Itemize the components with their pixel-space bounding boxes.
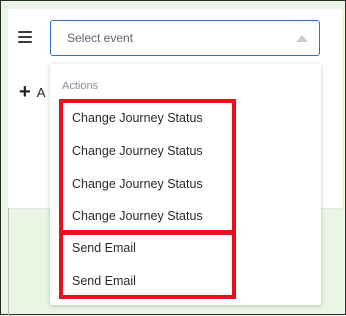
option-send-email[interactable]: Send Email — [72, 241, 136, 255]
option-change-journey-status[interactable]: Change Journey Status — [72, 111, 203, 125]
hamburger-menu-icon[interactable] — [18, 31, 32, 43]
event-dropdown: Actions Change Journey Status Change Jou… — [50, 64, 321, 305]
add-action-label: A — [36, 84, 46, 100]
event-select-placeholder: Select event — [67, 31, 134, 45]
add-action-button[interactable]: + A — [19, 81, 46, 103]
event-select[interactable]: Select event — [50, 20, 320, 56]
app-frame: + A Select event Actions Change Journey … — [0, 0, 346, 316]
option-send-email[interactable]: Send Email — [72, 274, 136, 288]
option-change-journey-status[interactable]: Change Journey Status — [72, 177, 203, 191]
option-change-journey-status[interactable]: Change Journey Status — [72, 209, 203, 223]
panel-divider — [8, 208, 9, 316]
plus-icon: + — [19, 81, 31, 103]
group-label-actions: Actions — [62, 80, 99, 92]
option-change-journey-status[interactable]: Change Journey Status — [72, 144, 203, 158]
caret-up-icon — [296, 35, 308, 42]
